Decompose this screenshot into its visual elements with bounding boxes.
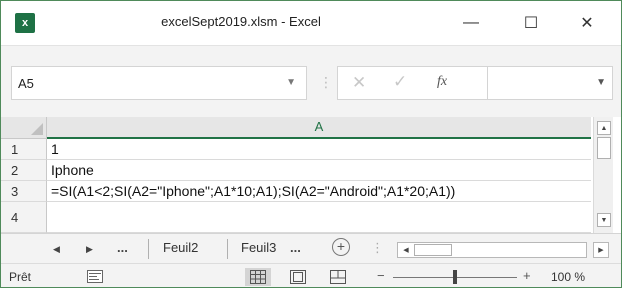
cell-a4[interactable] — [47, 202, 591, 233]
insert-function-button[interactable]: fx — [437, 74, 447, 90]
scroll-down-icon[interactable]: ▼ — [597, 213, 611, 227]
more-sheets-left-button[interactable]: ... — [117, 240, 128, 255]
chevron-down-icon[interactable]: ▼ — [286, 77, 296, 88]
previous-sheet-icon[interactable]: ◀ — [53, 244, 60, 255]
cancel-icon[interactable]: ✕ — [352, 73, 366, 93]
tab-divider — [148, 239, 149, 259]
minimize-button[interactable]: — — [451, 9, 491, 37]
spreadsheet-grid: A 1 1 2 Iphone 3 =SI(A1<2;SI(A2="Iphone"… — [1, 117, 621, 233]
zoom-slider-handle[interactable] — [453, 270, 457, 284]
formula-input[interactable]: ▼ — [487, 66, 613, 100]
formula-bar-separator: ⋮ — [319, 74, 333, 90]
scroll-left-icon[interactable]: ◀ — [400, 245, 412, 255]
row-header-3[interactable]: 3 — [1, 181, 47, 202]
next-sheet-icon[interactable]: ▶ — [86, 244, 93, 255]
horizontal-scroll-thumb[interactable] — [414, 244, 452, 256]
formula-buttons: ✕ ✓ fx — [337, 66, 487, 100]
row-header-2[interactable]: 2 — [1, 160, 47, 181]
normal-view-icon[interactable] — [245, 268, 271, 286]
title-bar: x excelSept2019.xlsm - Excel — ☐ ✕ — [1, 1, 621, 45]
vertical-scrollbar[interactable]: ▲ ▼ — [593, 117, 613, 233]
maximize-button[interactable]: ☐ — [511, 9, 551, 37]
zoom-level[interactable]: 100 % — [551, 270, 585, 284]
more-sheets-right-button[interactable]: ... — [290, 240, 301, 255]
tab-divider — [227, 239, 228, 259]
vertical-scroll-thumb[interactable] — [597, 137, 611, 159]
sheet-tab-feuil2[interactable]: Feuil2 — [163, 240, 198, 255]
tab-split-handle[interactable]: ⋮ — [371, 240, 384, 256]
scroll-up-icon[interactable]: ▲ — [597, 121, 611, 135]
zoom-in-button[interactable]: + — [523, 268, 531, 283]
page-break-preview-icon[interactable] — [325, 268, 351, 286]
macro-recording-icon[interactable] — [87, 270, 103, 283]
select-all-button[interactable] — [1, 117, 47, 139]
scroll-right-icon[interactable]: ▶ — [593, 242, 609, 258]
sheet-tab-feuil3[interactable]: Feuil3 — [241, 240, 276, 255]
cell-a1[interactable]: 1 — [47, 139, 591, 160]
add-sheet-icon[interactable]: + — [332, 238, 350, 256]
sheet-tab-bar: ◀ ▶ ... Feuil2 Feuil3 ... + ⋮ ◀ ▶ — [1, 233, 621, 263]
expand-formula-bar-icon[interactable]: ▼ — [596, 77, 606, 88]
horizontal-scrollbar[interactable]: ◀ — [397, 242, 587, 258]
column-header-a[interactable]: A — [47, 117, 591, 139]
name-box[interactable]: A5 ▼ — [11, 66, 307, 100]
formula-bar: A5 ▼ ⋮ ✕ ✓ fx ▼ — [1, 45, 621, 117]
zoom-out-button[interactable]: − — [377, 268, 385, 283]
status-ready-text: Prêt — [9, 270, 32, 284]
cell-a2[interactable]: Iphone — [47, 160, 591, 181]
cell-a3[interactable]: =SI(A1<2;SI(A2="Iphone";A1*10;A1);SI(A2=… — [47, 181, 591, 202]
excel-window: x excelSept2019.xlsm - Excel — ☐ ✕ A5 ▼ … — [0, 0, 622, 288]
page-layout-view-icon[interactable] — [285, 268, 311, 286]
row-header-1[interactable]: 1 — [1, 139, 47, 160]
close-button[interactable]: ✕ — [567, 9, 607, 37]
select-all-triangle-icon — [31, 123, 43, 135]
status-bar: Prêt − + 100 % — [1, 263, 621, 287]
name-box-value: A5 — [18, 76, 34, 91]
enter-icon[interactable]: ✓ — [393, 72, 407, 92]
window-title: excelSept2019.xlsm - Excel — [161, 14, 321, 29]
row-header-4[interactable]: 4 — [1, 202, 47, 233]
